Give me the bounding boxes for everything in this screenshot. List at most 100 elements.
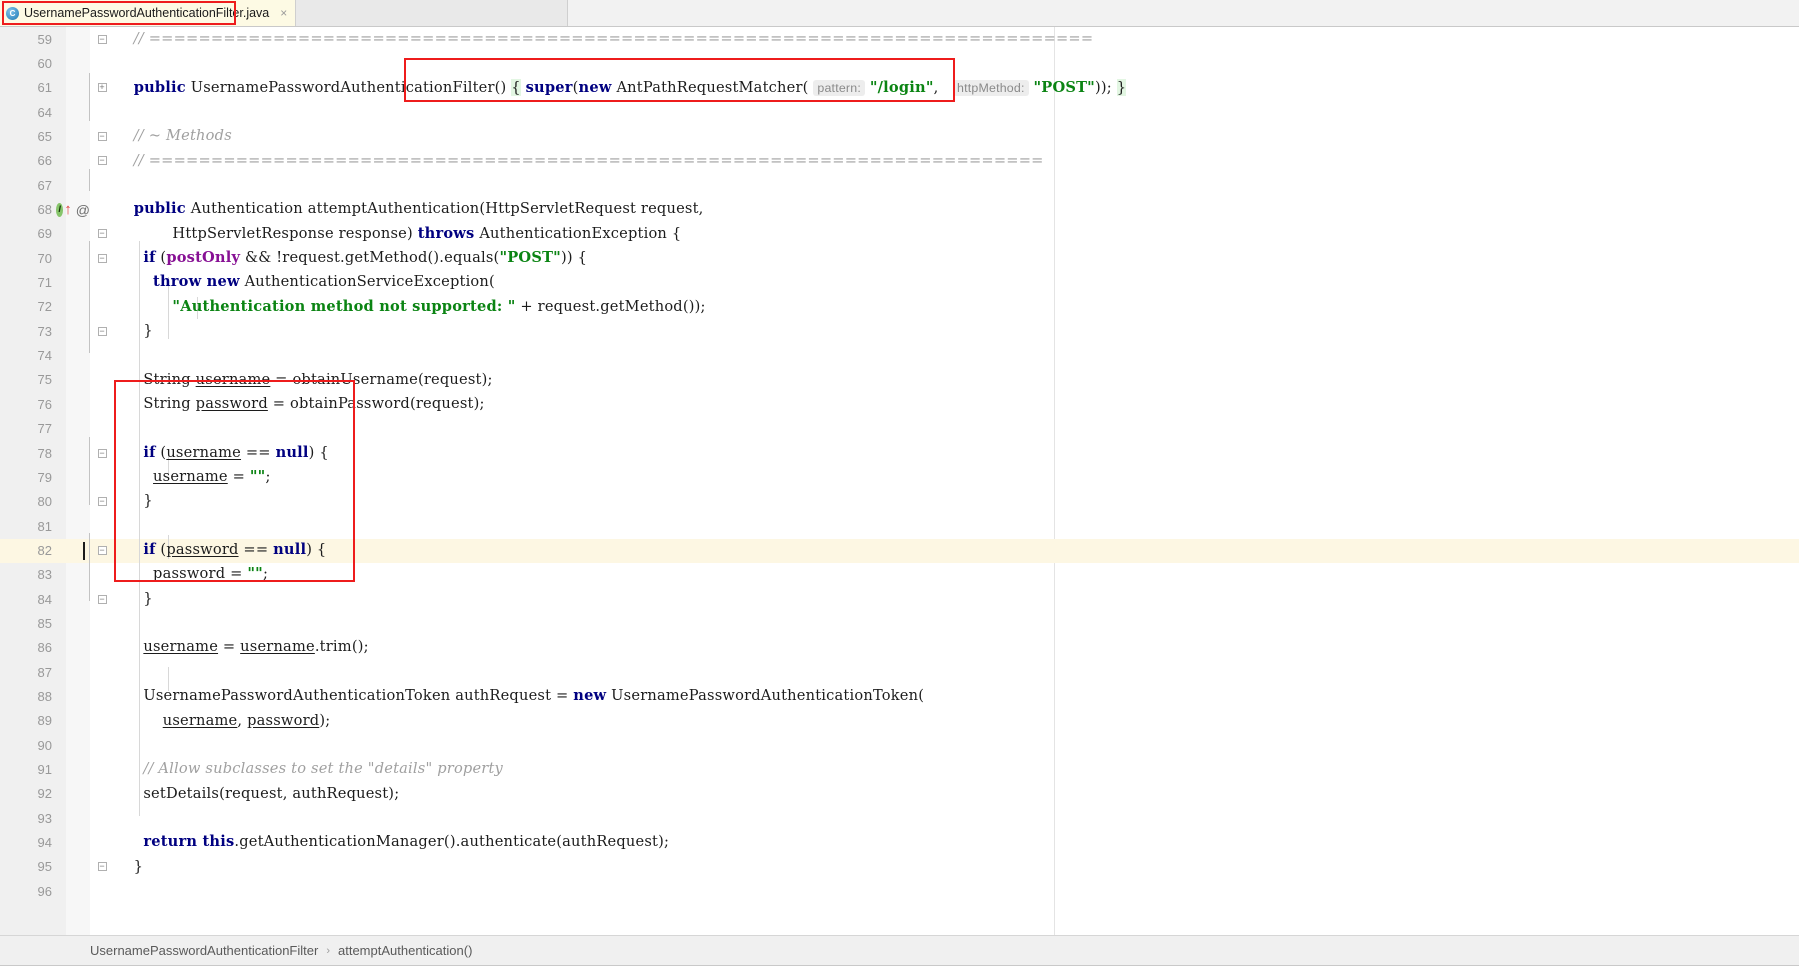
override-arrow-icon[interactable]: ↑ (64, 202, 72, 217)
line-number: 78 (37, 445, 52, 461)
line-number: 85 (37, 615, 52, 631)
code-line[interactable]: 67 (0, 173, 1799, 197)
code-token: , (933, 78, 953, 96)
code-line[interactable]: 90 (0, 733, 1799, 757)
code-line[interactable]: 78 − if (username == null) { (0, 441, 1799, 465)
code-line[interactable]: 80 − } (0, 490, 1799, 514)
fold-toggle[interactable]: − (97, 545, 107, 555)
code-token: super (525, 78, 573, 96)
tab-username-password-authentication-filter[interactable]: C UsernamePasswordAuthenticationFilter.j… (0, 0, 297, 26)
code-token: ) { (306, 541, 327, 559)
close-icon[interactable]: × (280, 7, 287, 19)
code-line[interactable]: 75 String username = obtainUsername(requ… (0, 368, 1799, 392)
code-token: setDetails(request, authRequest); (124, 784, 400, 802)
fold-minus-icon[interactable]: − (90, 132, 114, 142)
code-line[interactable]: 72 "Authentication method not supported:… (0, 295, 1799, 319)
code-token: AuthenticationException { (474, 224, 682, 242)
code-token: == (241, 443, 276, 461)
code-token: pattern: (813, 79, 865, 96)
code-line[interactable]: 95 − } (0, 855, 1799, 879)
line-number: 76 (37, 396, 52, 412)
fold-minus-icon[interactable]: − (90, 862, 114, 872)
code-line[interactable]: 81 (0, 514, 1799, 538)
code-line[interactable]: 93 (0, 806, 1799, 830)
code-token: null (275, 443, 309, 461)
code-line[interactable]: 91 // Allow subclasses to set the "detai… (0, 757, 1799, 781)
code-token: = obtainUsername(request); (270, 370, 493, 388)
code-token: "/login" (869, 78, 934, 96)
code-editor[interactable]: 59 − // =================================… (0, 27, 1799, 935)
code-token: if (143, 541, 156, 559)
fold-toggle[interactable]: − (97, 156, 107, 166)
code-token: AntPathRequestMatcher( (611, 78, 814, 96)
fold-minus-icon[interactable]: − (90, 229, 114, 239)
code-line[interactable]: 92 setDetails(request, authRequest); (0, 782, 1799, 806)
line-number: 65 (37, 129, 52, 145)
code-line[interactable]: 73 − } (0, 319, 1799, 343)
code-line[interactable]: 86 username = username.trim(); (0, 636, 1799, 660)
code-text: UsernamePasswordAuthenticationToken auth… (114, 688, 1799, 704)
implementing-method-icon[interactable]: I (56, 202, 64, 217)
code-token: .trim(); (314, 638, 369, 656)
code-line[interactable]: 69 − HttpServletResponse response) throws… (0, 222, 1799, 246)
fold-minus-icon[interactable]: − (90, 326, 114, 336)
code-text: String username = obtainUsername(request… (114, 370, 1799, 388)
fold-toggle[interactable]: − (97, 594, 107, 604)
code-token: // Allow subclasses to set the "details"… (124, 760, 503, 778)
code-token: "Authentication method not supported: " (172, 297, 516, 315)
code-line[interactable]: 84 − } (0, 587, 1799, 611)
fold-plus-icon[interactable]: + (90, 83, 114, 93)
fold-toggle[interactable]: − (97, 253, 107, 263)
code-line[interactable]: 83 password = ""; (0, 563, 1799, 587)
fold-toggle[interactable]: + (97, 83, 107, 93)
breadcrumb-item-method[interactable]: attemptAuthentication() (338, 943, 472, 958)
fold-toggle[interactable]: − (97, 497, 107, 507)
code-token: String (124, 370, 196, 388)
code-line[interactable]: 59 − // =================================… (0, 27, 1799, 51)
code-line[interactable]: 85 (0, 611, 1799, 635)
code-token: } (1116, 78, 1127, 96)
code-line[interactable]: 88 UsernamePasswordAuthenticationToken a… (0, 684, 1799, 708)
code-text: username = ""; (114, 469, 1799, 485)
code-line[interactable]: 94 return this.getAuthenticationManager(… (0, 830, 1799, 854)
fold-minus-icon[interactable]: − (90, 156, 114, 166)
code-line[interactable]: 77 (0, 417, 1799, 441)
fold-minus-icon[interactable]: − (90, 253, 114, 263)
fold-minus-icon[interactable]: − (90, 34, 114, 44)
code-line[interactable]: 65 − // ~ Methods (0, 124, 1799, 148)
code-line[interactable]: 68 I ↑ @ public Authentication attemptAuthe… (0, 197, 1799, 221)
fold-toggle[interactable]: − (97, 229, 107, 239)
annotation-icon[interactable]: @ (76, 203, 90, 217)
code-line[interactable]: 61 + public UsernamePasswordAuthenticatio… (0, 76, 1799, 100)
code-line[interactable]: 74 (0, 343, 1799, 367)
fold-toggle[interactable]: − (97, 862, 107, 872)
fold-minus-icon[interactable]: − (90, 497, 114, 507)
code-line[interactable]: 64 (0, 100, 1799, 124)
code-line[interactable]: 60 (0, 51, 1799, 75)
fold-minus-icon[interactable]: − (90, 594, 114, 604)
fold-toggle[interactable]: − (97, 34, 107, 44)
code-line[interactable]: 70 − if (postOnly && !request.getMethod()… (0, 246, 1799, 270)
breadcrumb-item-class[interactable]: UsernamePasswordAuthenticationFilter (90, 943, 318, 958)
code-line[interactable]: 82 − if (password == null) { (0, 538, 1799, 562)
fold-toggle[interactable]: − (97, 448, 107, 458)
code-line[interactable]: 89 username, password); (0, 709, 1799, 733)
code-line[interactable]: 79 username = ""; (0, 465, 1799, 489)
code-token: "POST" (499, 248, 561, 266)
code-token: + request.getMethod()); (515, 297, 706, 315)
code-line[interactable]: 96 (0, 879, 1799, 903)
fold-toggle[interactable]: − (97, 132, 107, 142)
code-line[interactable]: 76 String password = obtainPassword(requ… (0, 392, 1799, 416)
chevron-right-icon: › (326, 944, 330, 957)
code-token: password (153, 565, 226, 583)
code-line[interactable]: 71 throw new AuthenticationServiceExcept… (0, 270, 1799, 294)
fold-minus-icon[interactable]: − (90, 448, 114, 458)
code-token: password (166, 541, 239, 559)
code-line[interactable]: 87 (0, 660, 1799, 684)
fold-minus-icon[interactable]: − (90, 545, 114, 555)
code-line[interactable]: 66 − // =================================… (0, 149, 1799, 173)
fold-toggle[interactable]: − (97, 326, 107, 336)
